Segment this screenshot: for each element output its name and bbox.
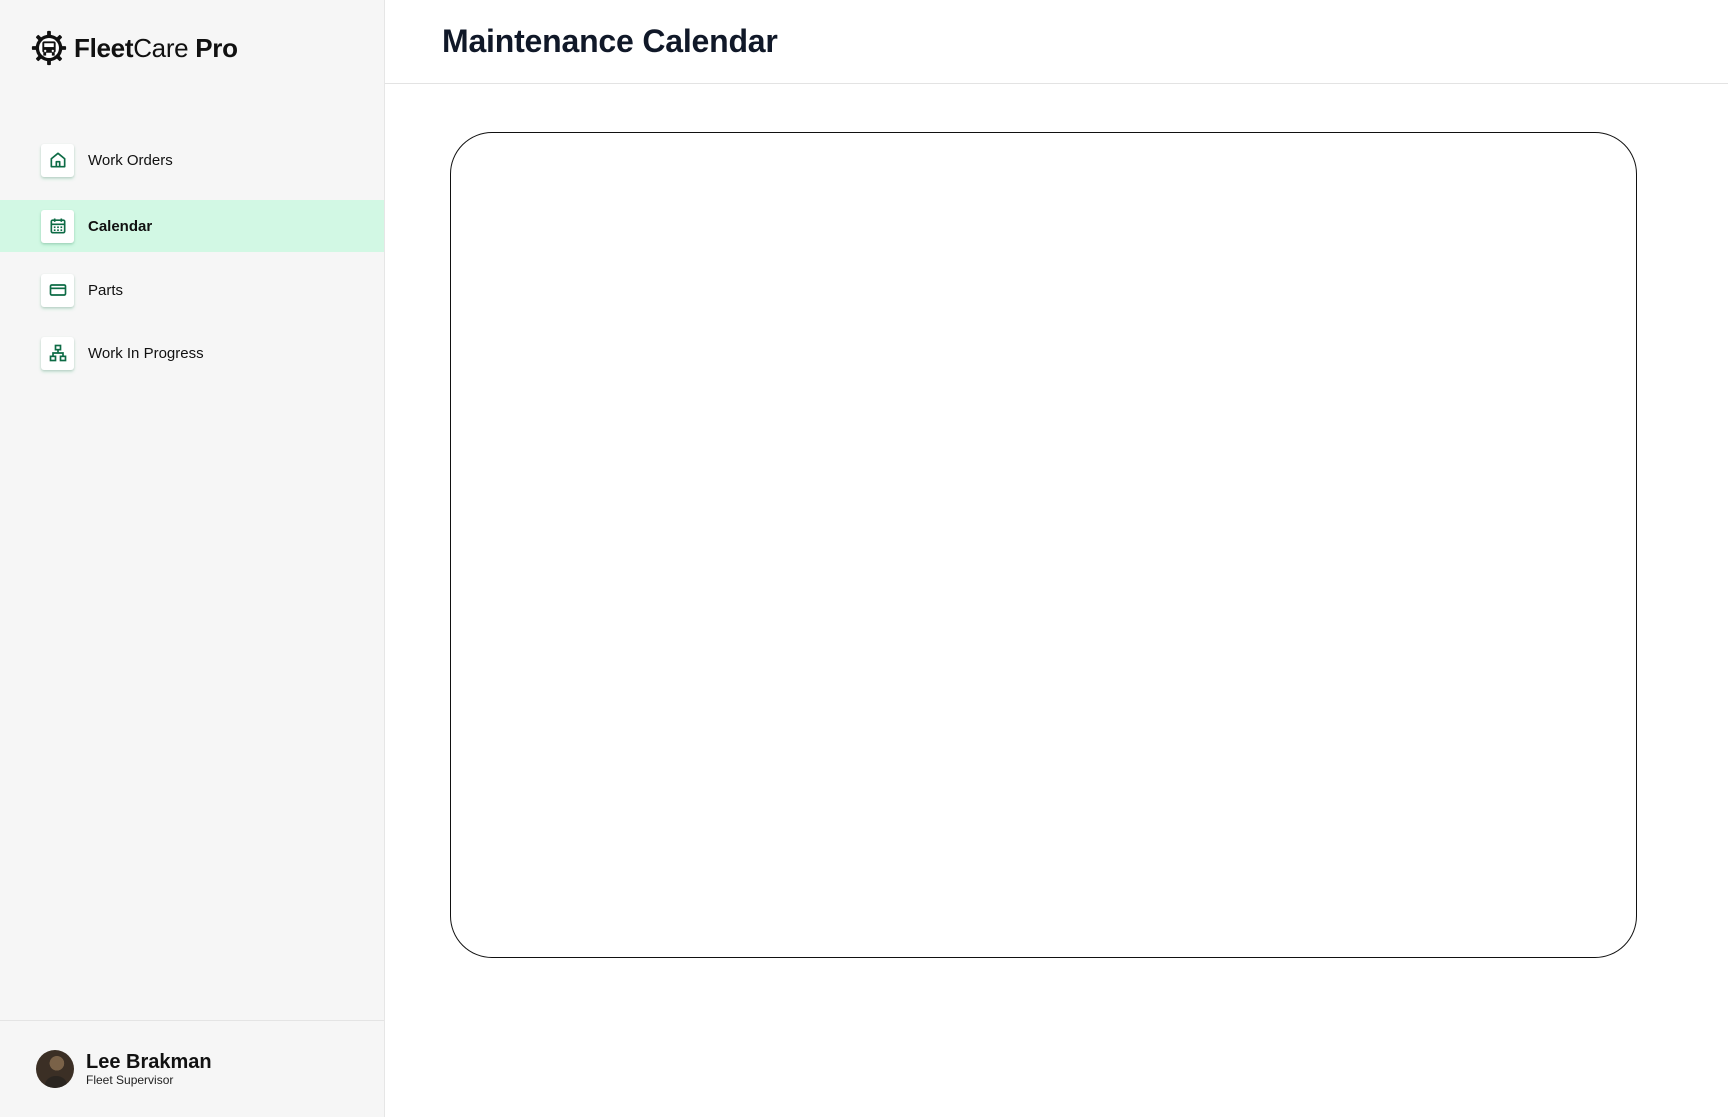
brand[interactable]: FleetCare Pro	[30, 28, 238, 68]
sidebar-item-parts[interactable]: Parts	[0, 264, 384, 316]
page-header: Maintenance Calendar	[385, 0, 1728, 84]
sidebar-item-work-in-progress[interactable]: Work In Progress	[0, 327, 384, 379]
brand-name-part-care: Care	[133, 32, 189, 63]
sidebar-item-work-orders[interactable]: Work Orders	[0, 134, 384, 186]
sidebar: FleetCare Pro Work Orders Calendar Parts…	[0, 0, 385, 1117]
main-content: Maintenance Calendar	[385, 0, 1728, 1117]
sidebar-item-label: Parts	[88, 281, 124, 299]
app-root: FleetCare Pro Work Orders Calendar Parts…	[0, 0, 1728, 1117]
user-info: Lee Brakman Fleet Supervisor	[86, 1051, 212, 1087]
brand-name-part-fleet: Fleet	[74, 32, 134, 63]
user-name: Lee Brakman	[86, 1051, 212, 1073]
user-role: Fleet Supervisor	[86, 1073, 174, 1087]
avatar	[36, 1050, 74, 1088]
sidebar-item-label: Calendar	[88, 217, 153, 235]
hierarchy-icon	[41, 336, 74, 370]
sidebar-item-label: Work Orders	[88, 151, 173, 169]
page-title: Maintenance Calendar	[442, 23, 778, 59]
brand-name: FleetCare Pro	[74, 33, 238, 64]
sidebar-item-calendar[interactable]: Calendar	[0, 200, 384, 252]
gear-bus-icon	[31, 30, 67, 66]
user-profile[interactable]: Lee Brakman Fleet Supervisor	[0, 1020, 384, 1117]
sidebar-item-label: Work In Progress	[88, 344, 204, 362]
calendar-icon	[41, 209, 74, 243]
home-icon	[41, 143, 74, 177]
credit-card-icon	[41, 273, 74, 307]
calendar-panel[interactable]	[450, 132, 1637, 958]
brand-name-part-pro: Pro	[188, 32, 238, 63]
